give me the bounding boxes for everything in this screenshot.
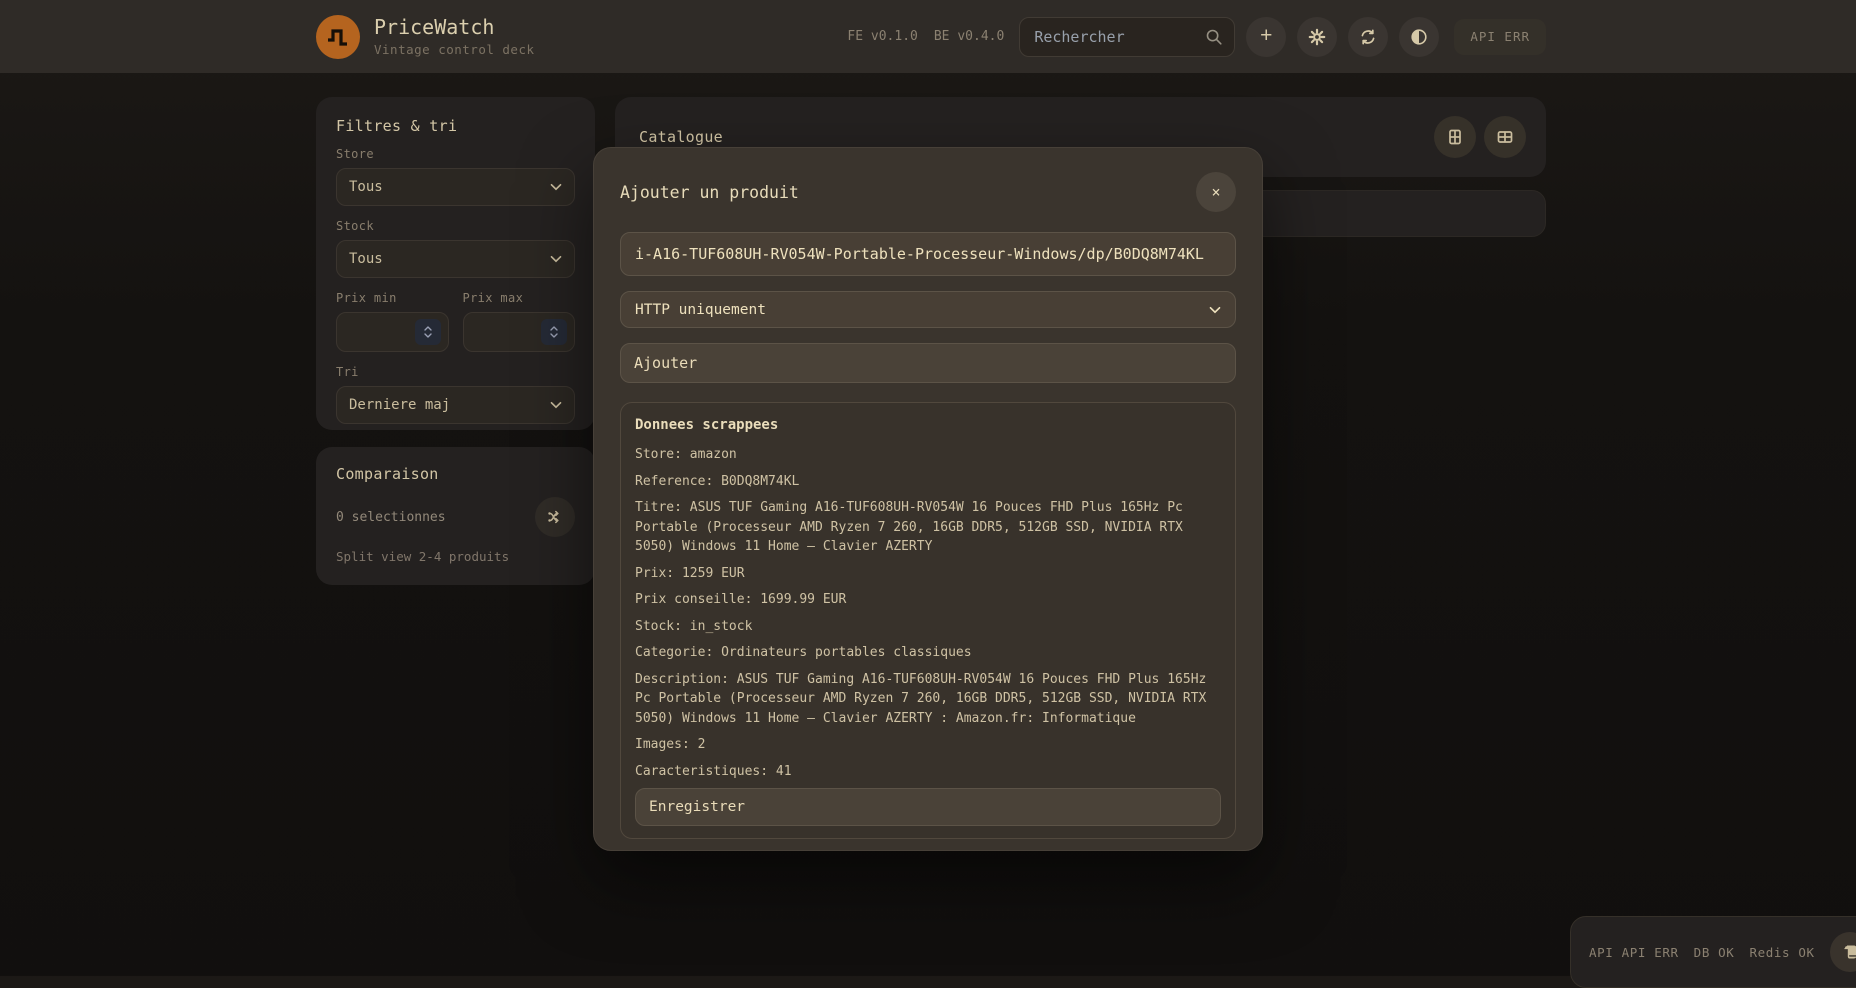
chevron-down-icon	[550, 401, 562, 409]
fe-version: FE v0.1.0	[847, 29, 917, 44]
scraped-prix: Prix: 1259 EUR	[635, 564, 1221, 584]
refresh-icon	[1359, 28, 1377, 46]
status-redis: Redis OK	[1749, 945, 1814, 960]
product-url-input[interactable]	[620, 232, 1236, 276]
search-input[interactable]	[1019, 17, 1235, 57]
compare-button[interactable]	[535, 497, 575, 537]
theme-toggle-button[interactable]	[1399, 17, 1439, 57]
scrape-mode-select[interactable]: HTTP uniquement	[620, 291, 1236, 328]
header-actions: FE v0.1.0 BE v0.4.0 +	[847, 17, 1546, 57]
price-min-label: Prix min	[336, 291, 449, 305]
add-product-button[interactable]: +	[1246, 17, 1286, 57]
filters-panel: Filtres & tri Store Tous Stock Tous Prix…	[316, 97, 595, 430]
comparison-panel: Comparaison 0 selectionnes Split view 2-…	[316, 447, 595, 585]
chevron-down-icon	[1209, 306, 1221, 314]
table-view-button[interactable]	[1484, 116, 1526, 158]
scraped-description: Description: ASUS TUF Gaming A16-TUF608U…	[635, 670, 1221, 729]
add-button[interactable]: Ajouter	[620, 343, 1236, 383]
sort-select[interactable]: Derniere maj	[336, 386, 575, 424]
logs-button[interactable]	[1830, 932, 1856, 972]
price-max-field: Prix max	[463, 278, 576, 352]
chevron-down-icon	[550, 255, 562, 263]
search-icon	[1205, 28, 1223, 46]
grid-vertical-icon	[1445, 127, 1465, 147]
grid-horizontal-icon	[1495, 127, 1515, 147]
brand: PriceWatch Vintage control deck	[316, 15, 535, 59]
scroll-log-icon	[1840, 942, 1856, 962]
add-product-modal: Ajouter un produit × HTTP uniquement Ajo…	[593, 147, 1263, 851]
store-label: Store	[336, 147, 575, 161]
scraped-store: Store: amazon	[635, 445, 1221, 465]
store-select[interactable]: Tous	[336, 168, 575, 206]
be-version: BE v0.4.0	[934, 29, 1004, 44]
scrape-mode-value: HTTP uniquement	[635, 302, 766, 318]
comparison-title: Comparaison	[336, 465, 575, 483]
number-stepper-icon[interactable]	[415, 319, 441, 345]
comparison-hint: Split view 2-4 produits	[336, 549, 575, 564]
scraped-data-panel: Donnees scrappees Store: amazon Referenc…	[620, 402, 1236, 839]
compare-shuffle-icon	[545, 507, 565, 527]
save-button[interactable]: Enregistrer	[635, 788, 1221, 826]
system-status-bar: API API ERR DB OK Redis OK	[1570, 916, 1856, 988]
scraped-categorie: Categorie: Ordinateurs portables classiq…	[635, 643, 1221, 663]
stock-select-value: Tous	[349, 251, 383, 267]
scraped-titre: Titre: ASUS TUF Gaming A16-TUF608UH-RV05…	[635, 498, 1221, 557]
close-icon[interactable]: ×	[1196, 172, 1236, 212]
number-stepper-icon[interactable]	[541, 319, 567, 345]
settings-button[interactable]	[1297, 17, 1337, 57]
stock-select[interactable]: Tous	[336, 240, 575, 278]
catalogue-title: Catalogue	[639, 128, 723, 146]
app-tagline: Vintage control deck	[374, 42, 535, 57]
app-title: PriceWatch	[374, 16, 535, 39]
scraped-stock: Stock: in_stock	[635, 617, 1221, 637]
scraped-data-title: Donnees scrappees	[635, 417, 1221, 433]
filters-title: Filtres & tri	[336, 117, 575, 135]
view-toggle-group	[1434, 116, 1526, 158]
chevron-down-icon	[550, 183, 562, 191]
app-header: PriceWatch Vintage control deck FE v0.1.…	[0, 0, 1856, 73]
sort-select-value: Derniere maj	[349, 397, 450, 413]
app-logo-pulse-icon	[316, 15, 360, 59]
sort-label: Tri	[336, 365, 575, 379]
scraped-images: Images: 2	[635, 735, 1221, 755]
search-box	[1019, 17, 1235, 57]
refresh-button[interactable]	[1348, 17, 1388, 57]
price-max-label: Prix max	[463, 291, 576, 305]
status-db: DB OK	[1694, 945, 1735, 960]
price-min-field: Prix min	[336, 278, 449, 352]
grid-view-button[interactable]	[1434, 116, 1476, 158]
api-status-badge: API ERR	[1454, 19, 1546, 55]
brand-text: PriceWatch Vintage control deck	[374, 16, 535, 57]
comparison-selected-count: 0 selectionnes	[336, 510, 446, 525]
contrast-icon	[1410, 28, 1428, 46]
scraped-caracteristiques: Caracteristiques: 41	[635, 762, 1221, 782]
store-select-value: Tous	[349, 179, 383, 195]
gear-icon	[1308, 28, 1326, 46]
scraped-reference: Reference: B0DQ8M74KL	[635, 472, 1221, 492]
stock-label: Stock	[336, 219, 575, 233]
version-info: FE v0.1.0 BE v0.4.0	[847, 29, 1004, 44]
scraped-prix-conseille: Prix conseille: 1699.99 EUR	[635, 590, 1221, 610]
modal-title: Ajouter un produit	[620, 183, 799, 202]
status-api: API API ERR	[1589, 945, 1679, 960]
